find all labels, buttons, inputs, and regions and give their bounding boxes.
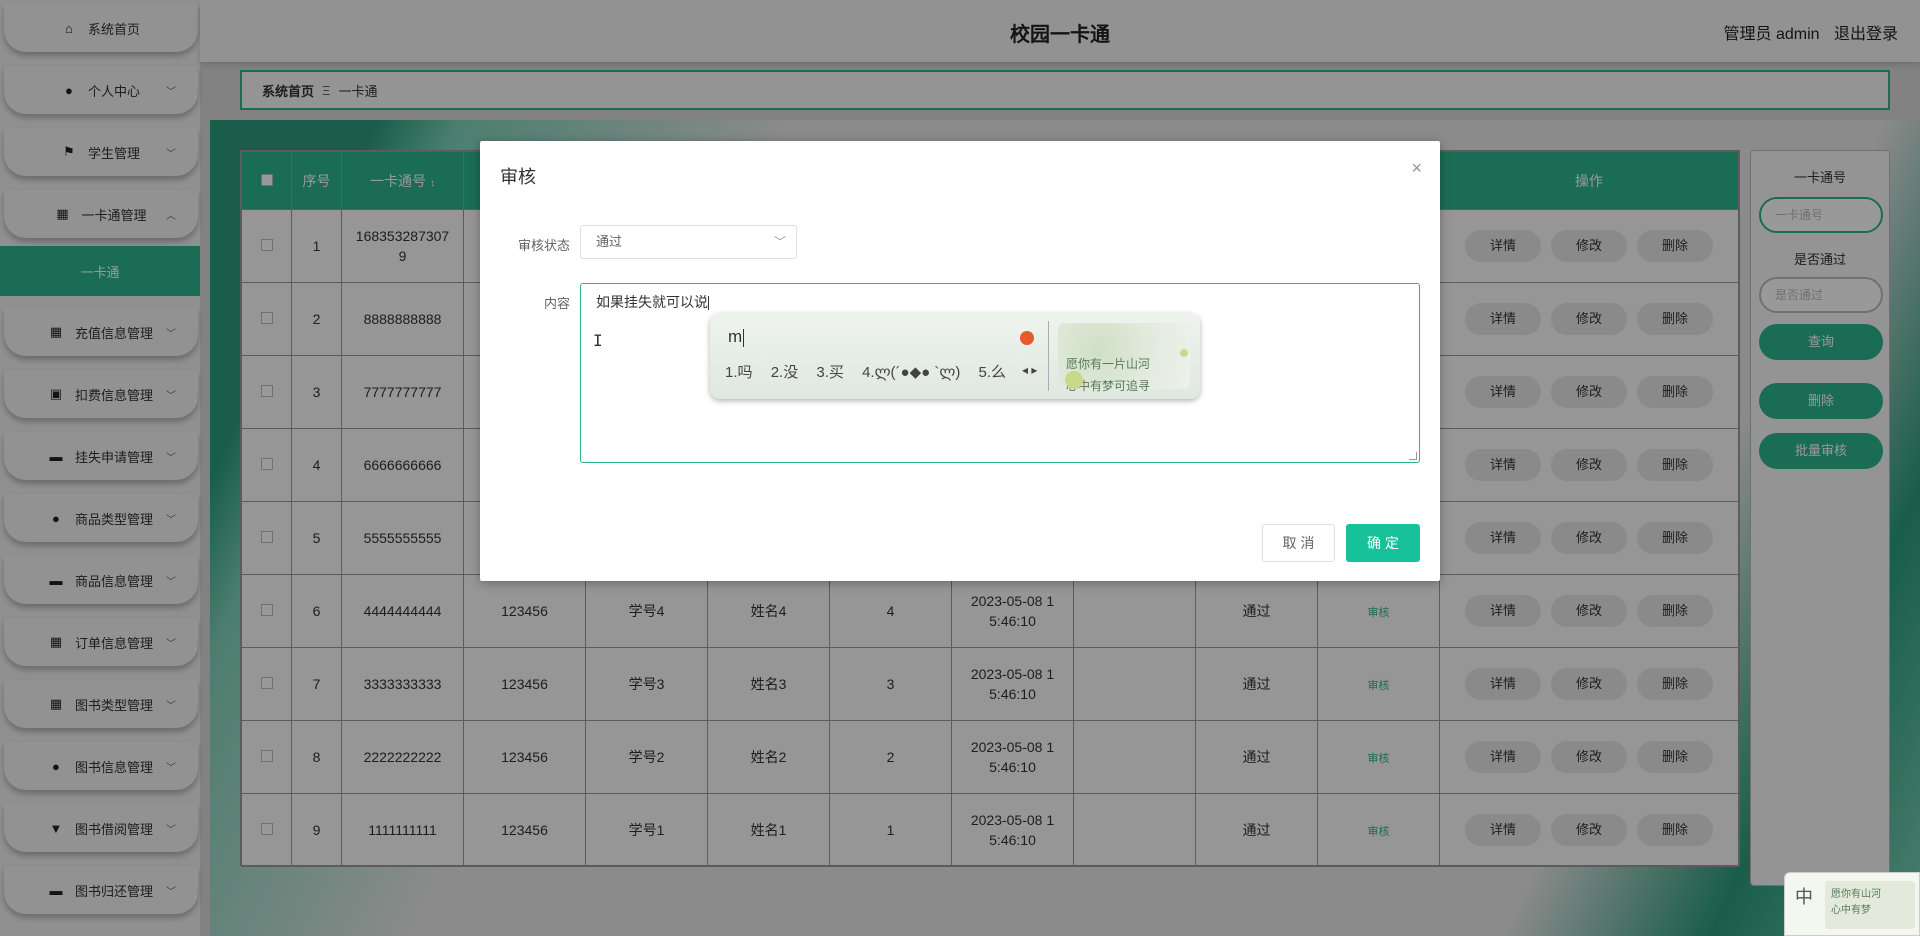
ime-candidate-window: m 1.吗 2.没 3.买 4.ლ(´●◆● `ლ) 5.么 ◂ ▸ 愿你有一片… <box>710 313 1200 399</box>
tray-art: 愿你有山河 心中有梦 <box>1825 881 1915 929</box>
resize-handle[interactable] <box>1409 452 1417 460</box>
confirm-button[interactable]: 确 定 <box>1346 524 1420 562</box>
close-icon[interactable]: × <box>1411 159 1422 177</box>
ime-decor-dot <box>1065 371 1083 389</box>
ime-candidate[interactable]: 4.ლ(´●◆● `ლ) <box>862 364 960 381</box>
chevron-down-icon: ﹀ <box>773 235 786 249</box>
dialog-title: 审核 <box>500 167 536 187</box>
status-label: 审核状态 <box>517 238 570 253</box>
text-cursor-icon: I <box>593 331 603 350</box>
ime-candidate[interactable]: 3.买 <box>816 364 844 381</box>
ime-candidate[interactable]: 1.吗 <box>725 364 753 381</box>
ime-divider <box>1048 321 1049 391</box>
ime-composition-text: m <box>728 327 743 346</box>
ime-composition: m <box>728 327 745 347</box>
ime-candidate-list: 1.吗 2.没 3.买 4.ლ(´●◆● `ლ) 5.么 <box>725 361 1020 382</box>
ime-skin-icon[interactable] <box>1020 331 1034 345</box>
ime-page-nav-icon[interactable]: ◂ ▸ <box>1022 363 1037 377</box>
content-label: 内容 <box>543 296 570 311</box>
ime-lang-indicator[interactable]: 中 <box>1795 883 1813 909</box>
ime-candidate[interactable]: 5.么 <box>978 364 1006 381</box>
status-select-value: 通过 <box>596 234 623 249</box>
content-text: 如果挂失就可以说 <box>596 294 708 310</box>
ime-decor-dot <box>1180 349 1188 357</box>
status-select[interactable]: 通过 ﹀ <box>580 225 797 259</box>
tray-art-text: 愿你有山河 心中有梦 <box>1831 889 1881 916</box>
ime-tray[interactable]: 中 愿你有山河 心中有梦 <box>1784 872 1920 936</box>
ime-candidate[interactable]: 2.没 <box>771 364 799 381</box>
cancel-button[interactable]: 取 消 <box>1262 524 1335 562</box>
